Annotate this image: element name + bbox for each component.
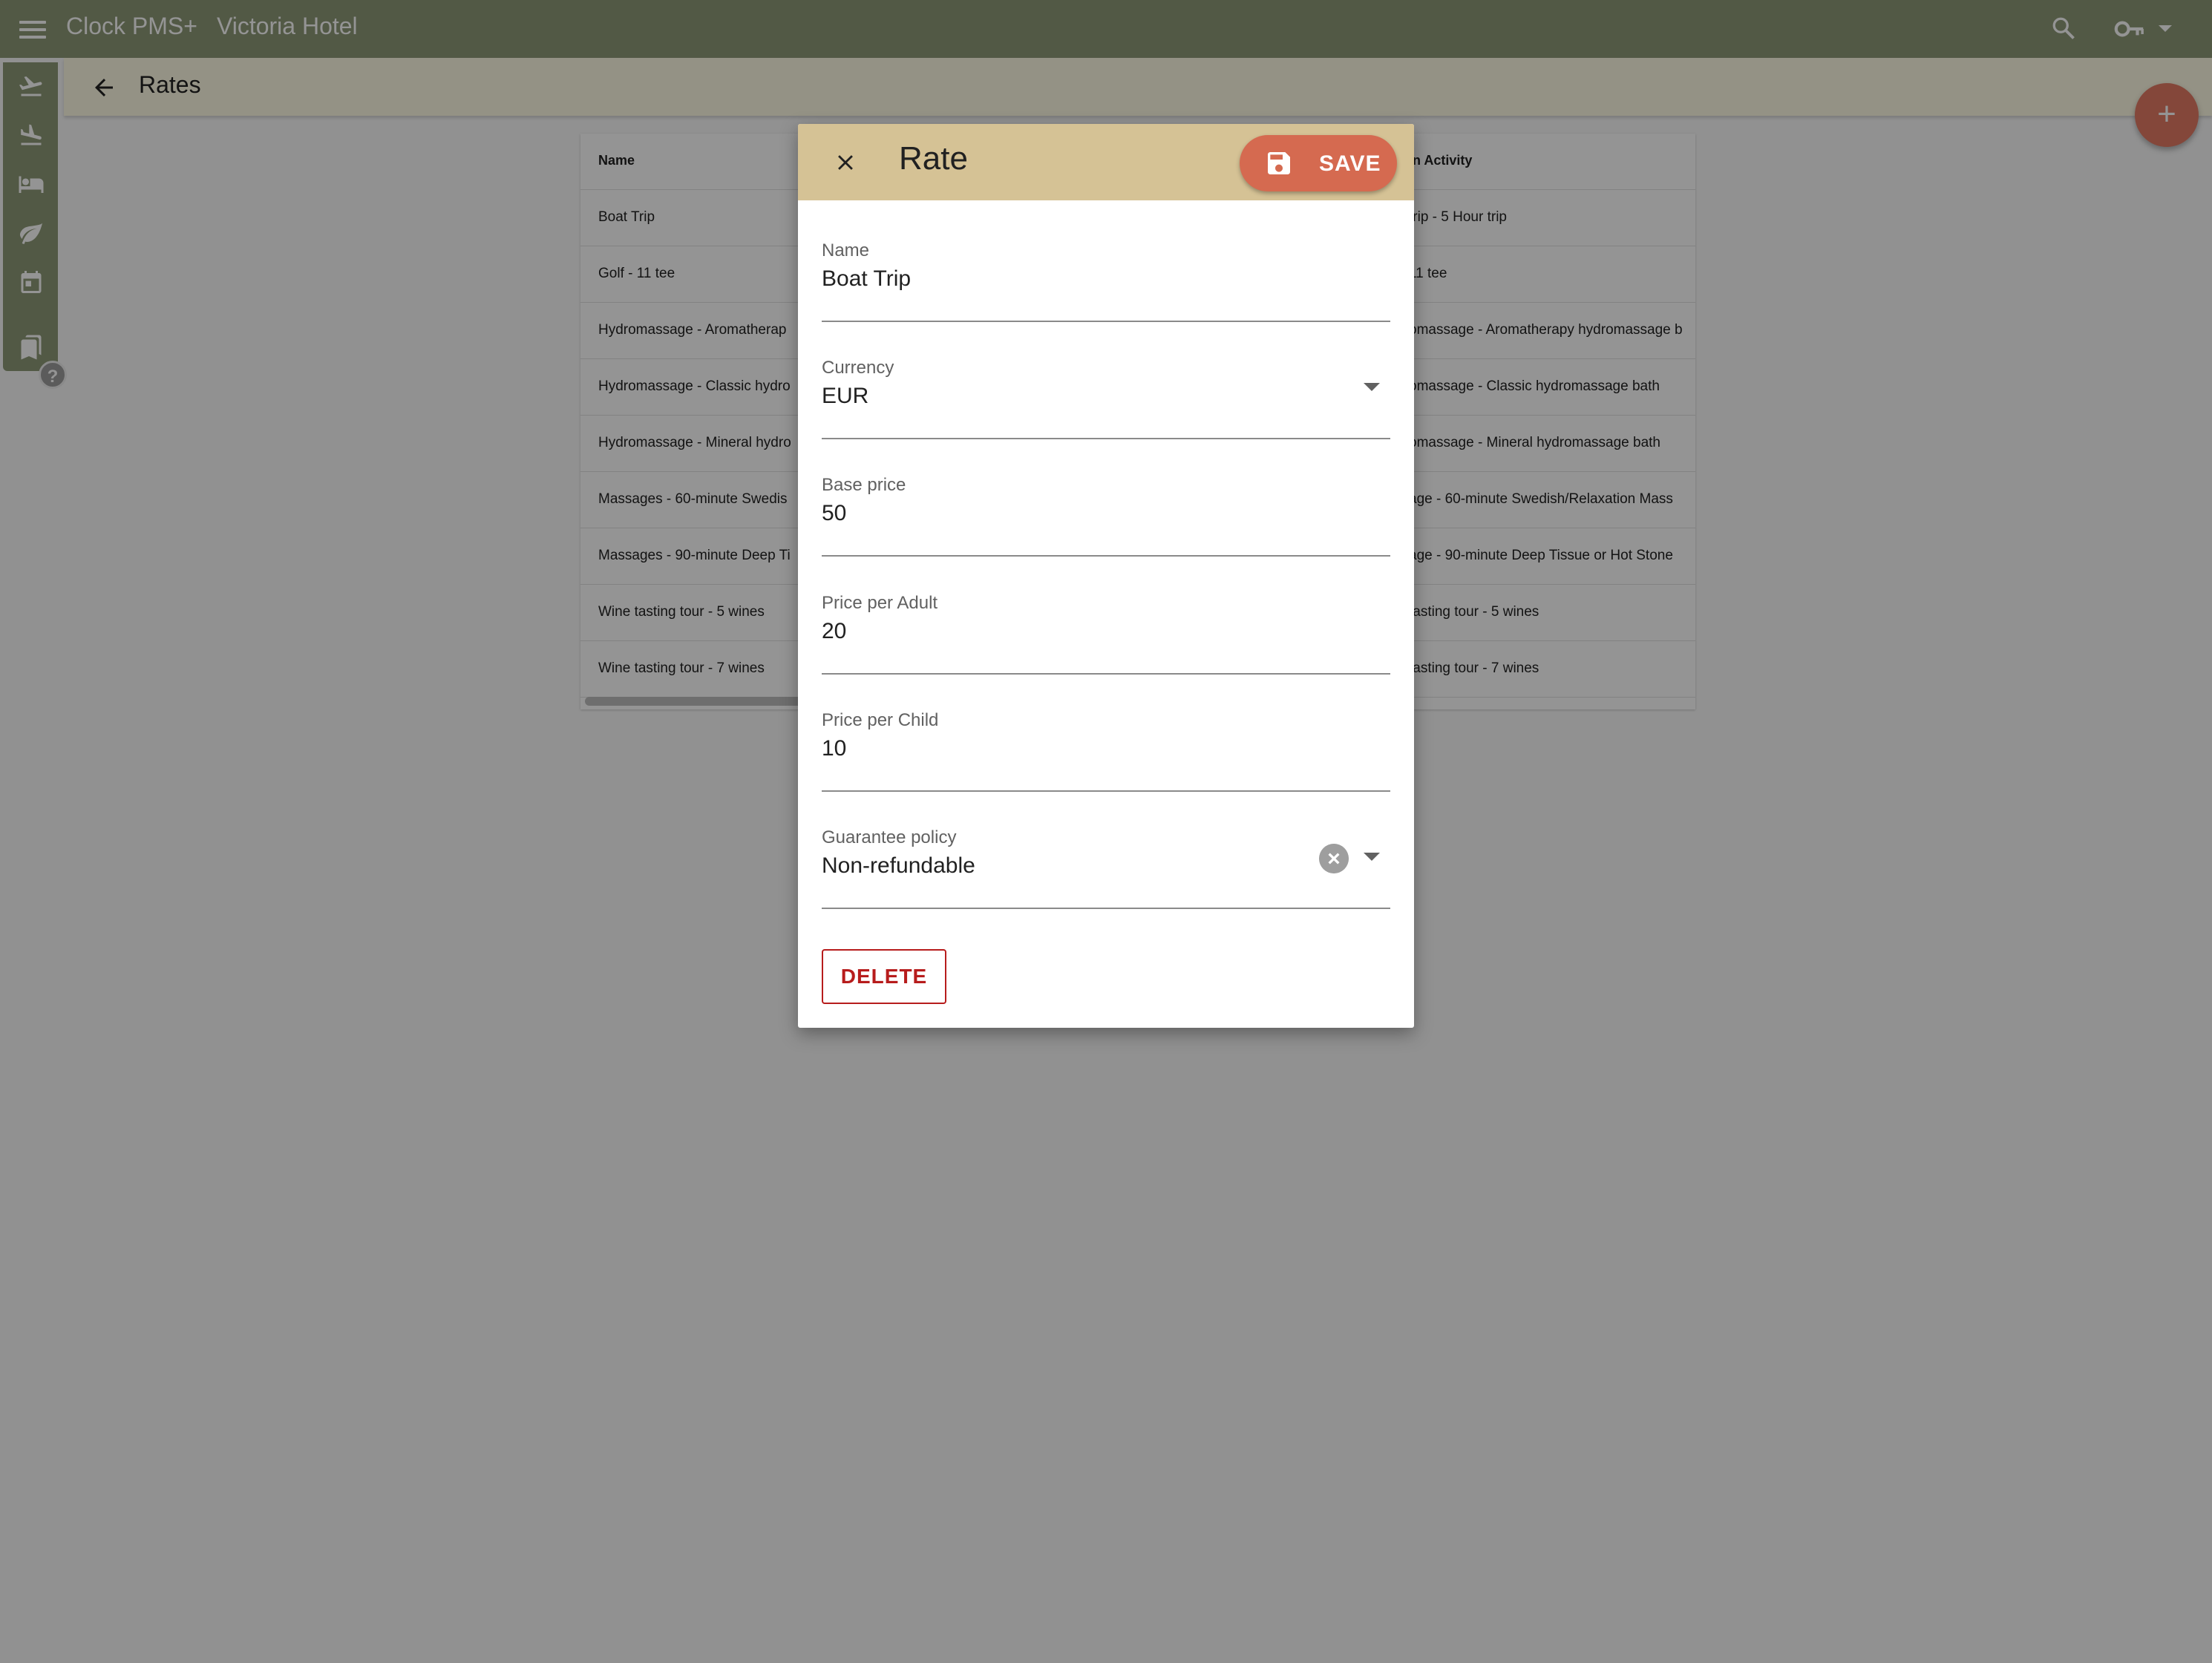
- guarantee-policy-label: Guarantee policy: [822, 827, 957, 847]
- guarantee-policy-select[interactable]: Guarantee policy Non-refundable: [822, 827, 1390, 909]
- floppy-disk-icon: [1268, 152, 1290, 174]
- save-button-label: SAVE: [1319, 151, 1381, 176]
- dialog-title: Rate: [899, 140, 968, 177]
- price-per-adult-input[interactable]: 20: [822, 619, 846, 644]
- base-price-field[interactable]: Base price 50: [822, 475, 1390, 557]
- name-label: Name: [822, 240, 870, 260]
- guarantee-policy-value[interactable]: Non-refundable: [822, 853, 975, 879]
- dialog-header: Rate SAVE: [798, 124, 1414, 200]
- base-price-label: Base price: [822, 475, 906, 495]
- price-per-adult-label: Price per Adult: [822, 593, 938, 613]
- save-button[interactable]: SAVE: [1240, 135, 1397, 191]
- delete-button[interactable]: DELETE: [822, 949, 946, 1004]
- price-per-child-input[interactable]: 10: [822, 736, 846, 761]
- rate-dialog: Rate SAVE Name Boat Trip Currency EUR Ba…: [798, 124, 1414, 1028]
- currency-value[interactable]: EUR: [822, 384, 868, 409]
- clear-icon[interactable]: [1319, 844, 1349, 873]
- base-price-input[interactable]: 50: [822, 501, 846, 526]
- name-field[interactable]: Name Boat Trip: [822, 240, 1390, 322]
- currency-select[interactable]: Currency EUR: [822, 358, 1390, 439]
- chevron-down-icon[interactable]: [1364, 383, 1380, 391]
- close-icon[interactable]: [833, 150, 858, 175]
- name-input[interactable]: Boat Trip: [822, 266, 911, 292]
- price-per-child-field[interactable]: Price per Child 10: [822, 710, 1390, 792]
- currency-label: Currency: [822, 358, 894, 378]
- price-per-child-label: Price per Child: [822, 710, 939, 730]
- chevron-down-icon[interactable]: [1364, 853, 1380, 861]
- price-per-adult-field[interactable]: Price per Adult 20: [822, 593, 1390, 675]
